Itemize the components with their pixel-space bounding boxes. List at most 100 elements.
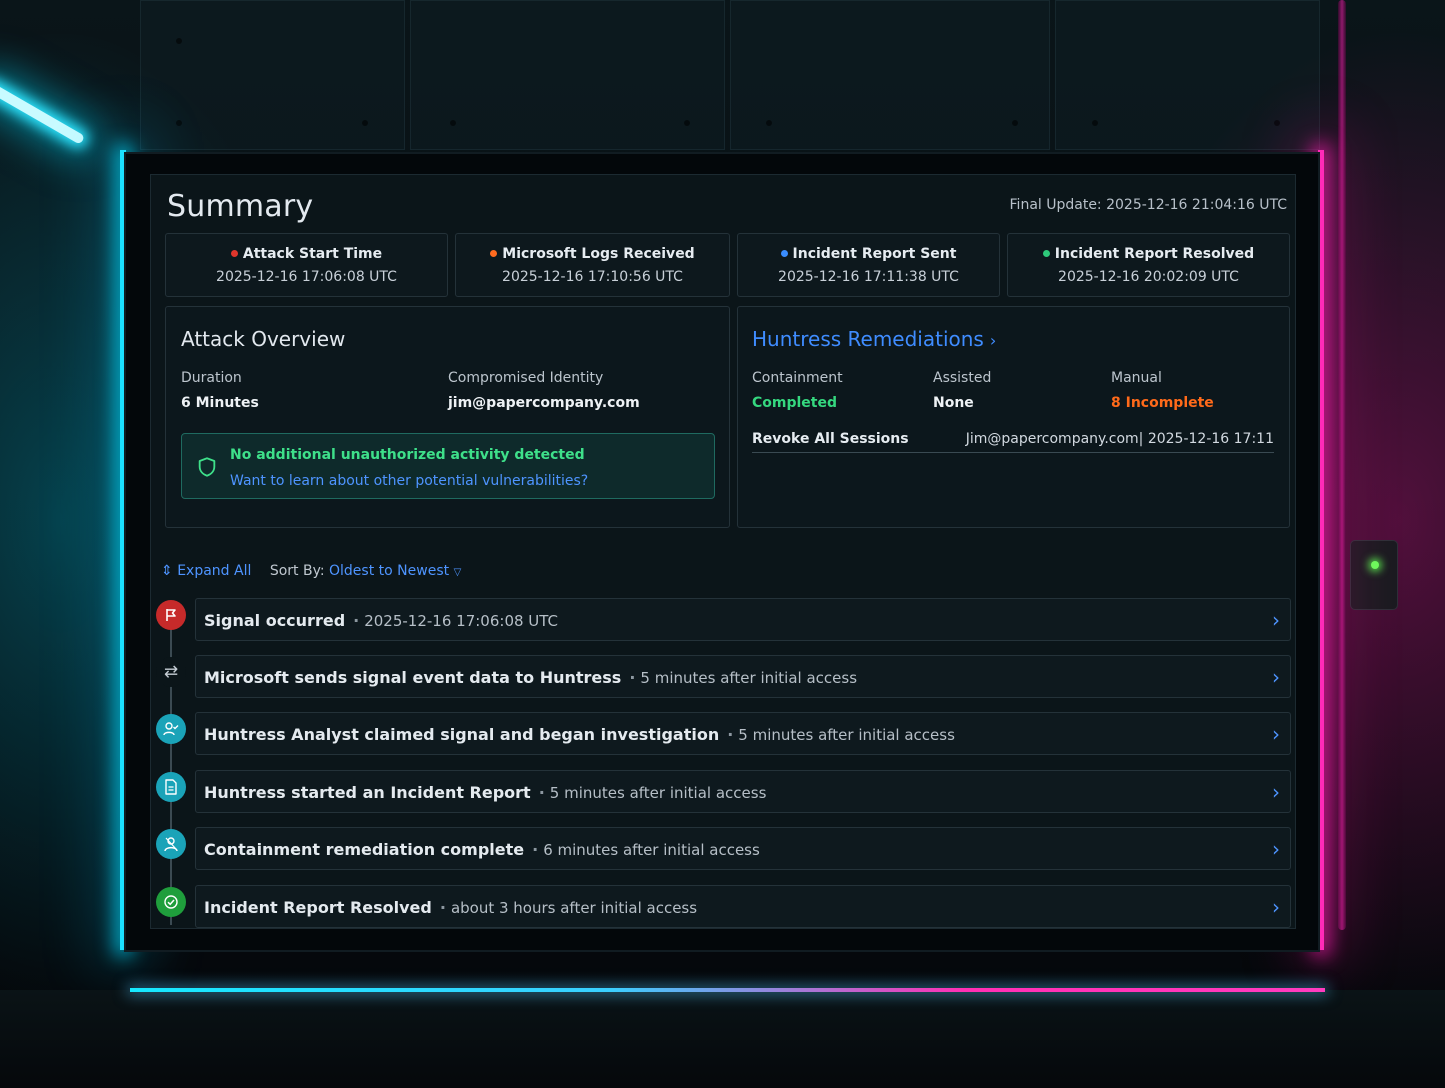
wall-switch-box <box>1350 540 1398 610</box>
wall-bolt <box>1274 120 1280 126</box>
timeline-toolbar: ⇕ Expand All Sort By: Oldest to Newest ▽ <box>161 563 461 579</box>
expand-all-button[interactable]: ⇕ Expand All <box>161 563 251 579</box>
stat-label: Incident Report Sent <box>792 246 957 262</box>
wall-pipe <box>1338 0 1346 930</box>
timeline-row[interactable]: Huntress Analyst claimed signal and bega… <box>195 712 1291 755</box>
wall-bolt <box>1092 120 1098 126</box>
wall-panel <box>730 0 1050 150</box>
wall-bolt <box>176 38 182 44</box>
manual-value: 8 Incomplete <box>1111 395 1214 411</box>
stat-attack-start: Attack Start Time 2025-12-16 17:06:08 UT… <box>165 233 448 297</box>
flag-icon <box>156 600 186 630</box>
wall-bolt <box>766 120 772 126</box>
expand-all-label: Expand All <box>177 563 252 579</box>
wall-panel <box>140 0 405 150</box>
sort-value: Oldest to Newest <box>329 563 450 579</box>
chevron-right-icon: › <box>1272 665 1280 689</box>
stat-label: Microsoft Logs Received <box>502 246 695 262</box>
neon-light <box>0 81 86 145</box>
timeline-row-title: Huntress Analyst claimed signal and bega… <box>204 725 720 744</box>
page-title: Summary <box>167 189 314 224</box>
timeline-row-detail: 5 minutes after initial access <box>738 726 955 744</box>
revoke-sessions-label: Revoke All Sessions <box>752 431 909 447</box>
status-dot <box>490 250 498 257</box>
revoke-sessions-row: Revoke All Sessions Jim@papercompany.com… <box>752 431 1274 453</box>
status-dot <box>230 250 238 257</box>
timeline-row-title: Containment remediation complete <box>204 840 525 859</box>
timeline-row-title: Signal occurred <box>204 611 346 630</box>
identity-label: Compromised Identity <box>448 370 604 386</box>
containment-value: Completed <box>752 395 838 411</box>
chevron-right-icon: › <box>1272 895 1280 919</box>
no-activity-notice: No additional unauthorized activity dete… <box>181 433 715 499</box>
transfer-icon: ⇄ <box>156 657 186 687</box>
timeline-row-detail: about 3 hours after initial access <box>450 899 698 917</box>
floor-glow-line <box>130 988 1325 992</box>
wall-bolt <box>1012 120 1018 126</box>
remediations-link[interactable]: Huntress Remediations › <box>752 327 996 351</box>
wall-panel <box>1055 0 1320 150</box>
identity-value: jim@papercompany.com <box>448 395 640 411</box>
timeline-row-detail: 5 minutes after initial access <box>549 784 767 802</box>
final-update-timestamp: Final Update: 2025-12-16 21:04:16 UTC <box>1009 197 1287 213</box>
attack-overview-card: Attack Overview Duration 6 Minutes Compr… <box>165 306 730 528</box>
user-shield-icon <box>156 829 186 859</box>
attack-overview-title: Attack Overview <box>181 327 346 351</box>
chevron-right-icon: › <box>1272 722 1280 746</box>
timeline-row-detail: 2025-12-16 17:06:08 UTC <box>364 612 559 630</box>
stat-value: 2025-12-16 17:06:08 UTC <box>216 269 397 285</box>
remediations-title: Huntress Remediations <box>752 327 984 351</box>
chevron-right-icon: › <box>1272 780 1280 804</box>
stat-logs-received: Microsoft Logs Received 2025-12-16 17:10… <box>455 233 730 297</box>
timeline-row-title: Microsoft sends signal event data to Hun… <box>204 668 622 687</box>
timeline-row[interactable]: Huntress started an Incident Report · 5 mi… <box>195 770 1291 813</box>
document-icon <box>156 772 186 802</box>
expand-icon: ⇕ <box>161 563 173 579</box>
user-check-icon <box>156 714 186 744</box>
timeline-row-title: Incident Report Resolved <box>204 898 432 917</box>
vulnerabilities-link[interactable]: Want to learn about other potential vuln… <box>230 473 588 489</box>
stat-report-sent: Incident Report Sent 2025-12-16 17:11:38… <box>737 233 1000 297</box>
containment-label: Containment <box>752 370 843 386</box>
timeline-row[interactable]: Incident Report Resolved · about 3 hours a… <box>195 885 1291 928</box>
duration-value: 6 Minutes <box>181 395 259 411</box>
assisted-value: None <box>933 395 974 411</box>
floor <box>0 990 1445 1088</box>
stat-value: 2025-12-16 17:10:56 UTC <box>502 269 683 285</box>
status-dot <box>1042 250 1050 257</box>
check-circle-icon <box>156 887 186 917</box>
wall-bolt <box>362 120 368 126</box>
timeline-row[interactable]: Signal occurred · 2025-12-16 17:06:08 UTC … <box>195 598 1291 641</box>
notice-title: No additional unauthorized activity dete… <box>230 447 585 463</box>
timeline-row-title: Huntress started an Incident Report <box>204 783 531 802</box>
status-led <box>1371 561 1379 569</box>
chevron-down-icon: ▽ <box>453 567 462 578</box>
duration-label: Duration <box>181 370 242 386</box>
sort-dropdown[interactable]: Oldest to Newest ▽ <box>329 563 461 579</box>
timeline-row-detail: 5 minutes after initial access <box>640 669 858 687</box>
revoke-sessions-value: Jim@papercompany.com| 2025-12-16 17:11 <box>965 431 1274 447</box>
remediations-card: Huntress Remediations › Containment Compl… <box>737 306 1290 528</box>
chevron-right-icon: › <box>1272 837 1280 861</box>
timeline-row[interactable]: Microsoft sends signal event data to Hun… <box>195 655 1291 698</box>
monitor-screen: Summary Final Update: 2025-12-16 21:04:1… <box>124 152 1320 952</box>
timeline-row[interactable]: Containment remediation complete · 6 minut… <box>195 827 1291 870</box>
chevron-right-icon: › <box>1272 608 1280 632</box>
wall-bolt <box>684 120 690 126</box>
summary-panel: Summary Final Update: 2025-12-16 21:04:1… <box>150 174 1296 929</box>
stat-report-resolved: Incident Report Resolved 2025-12-16 20:0… <box>1007 233 1290 297</box>
assisted-label: Assisted <box>933 370 992 386</box>
stat-label: Incident Report Resolved <box>1054 246 1255 262</box>
chevron-right-icon: › <box>989 331 997 350</box>
shield-icon <box>198 457 216 477</box>
sort-label: Sort By: <box>269 563 325 579</box>
wall-panel <box>410 0 725 150</box>
timeline-row-detail: 6 minutes after initial access <box>543 841 760 859</box>
stat-value: 2025-12-16 20:02:09 UTC <box>1058 269 1239 285</box>
stat-label: Attack Start Time <box>242 246 383 262</box>
manual-label: Manual <box>1111 370 1162 386</box>
wall-bolt <box>176 120 182 126</box>
wall-bolt <box>450 120 456 126</box>
stat-value: 2025-12-16 17:11:38 UTC <box>778 269 959 285</box>
status-dot <box>780 250 788 257</box>
